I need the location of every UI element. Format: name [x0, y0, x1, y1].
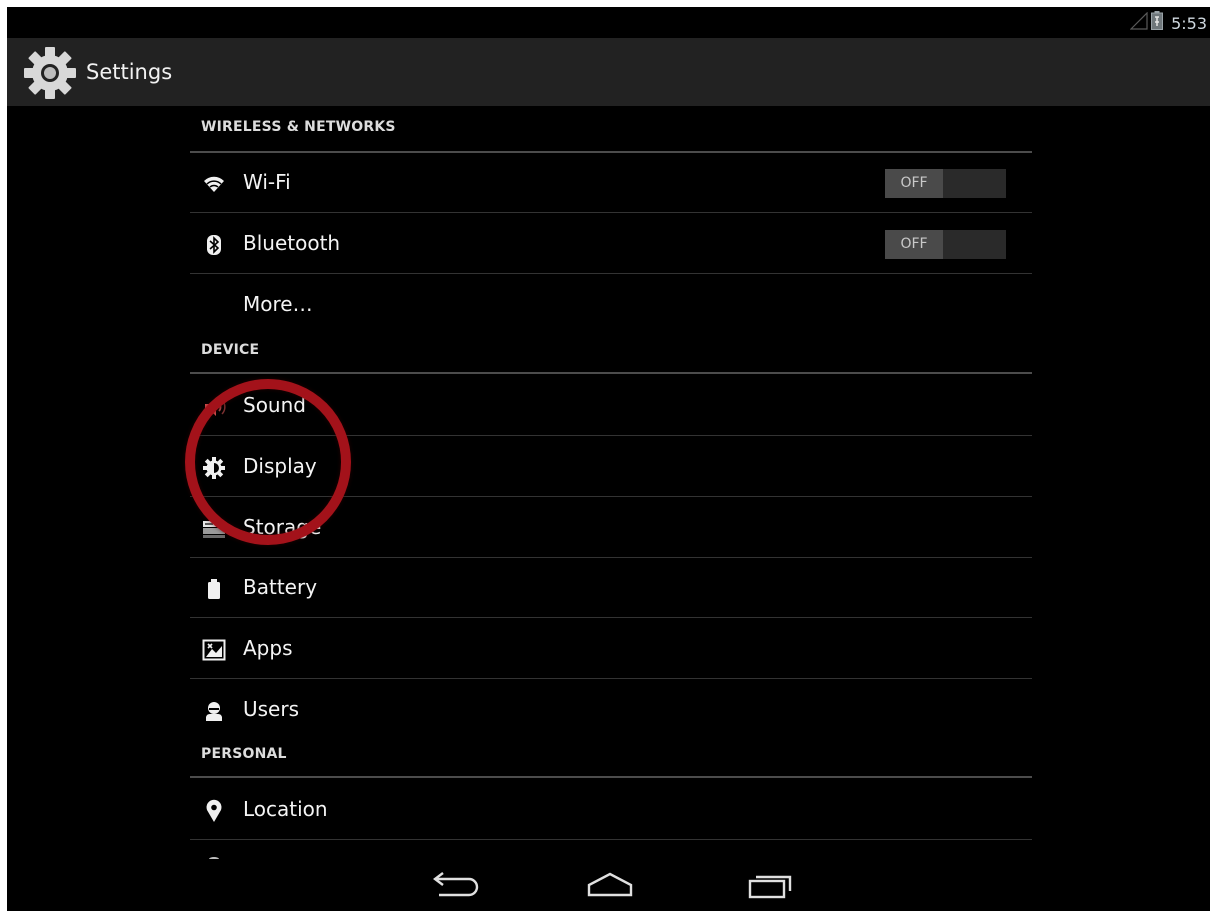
settings-item-wifi[interactable]: Wi-Fi OFF	[190, 153, 1032, 213]
section-header-personal: PERSONAL	[190, 746, 1032, 779]
settings-item-users[interactable]: Users	[190, 680, 1032, 740]
item-divider	[190, 839, 1032, 840]
recent-apps-icon[interactable]	[739, 869, 799, 903]
tablet-screen: 5:53 Settings WIRELESS & NETWORKS Wi-Fi …	[7, 7, 1210, 911]
bluetooth-icon	[207, 235, 221, 255]
settings-item-bluetooth[interactable]: Bluetooth OFF	[190, 214, 1032, 274]
settings-item-label: Location	[243, 797, 328, 821]
settings-item-apps[interactable]: Apps	[190, 619, 1032, 679]
status-bar: 5:53	[7, 7, 1210, 38]
section-header-label: DEVICE	[201, 342, 260, 358]
settings-gear-icon[interactable]	[23, 46, 77, 100]
settings-item-label: More…	[243, 292, 313, 316]
apps-icon	[202, 639, 226, 661]
settings-item-location[interactable]: Location	[190, 780, 1032, 840]
wifi-icon	[204, 176, 224, 192]
toggle-off-label: OFF	[885, 230, 943, 259]
settings-item-label: Battery	[243, 575, 318, 599]
user-icon	[206, 702, 222, 721]
wifi-toggle[interactable]: OFF	[885, 169, 1006, 198]
page-title: Settings	[86, 60, 173, 84]
action-bar: Settings	[7, 38, 1210, 106]
settings-item-label: Users	[243, 697, 300, 721]
location-pin-icon	[206, 799, 222, 822]
section-header-label: WIRELESS & NETWORKS	[201, 119, 396, 135]
bluetooth-toggle[interactable]: OFF	[885, 230, 1006, 259]
section-header-label: PERSONAL	[201, 746, 287, 762]
item-divider	[190, 678, 1032, 679]
section-header-wireless: WIRELESS & NETWORKS	[190, 119, 1032, 153]
section-header-device: DEVICE	[190, 342, 1032, 375]
navigation-bar	[7, 859, 1210, 911]
section-divider	[190, 372, 1032, 374]
item-divider	[190, 617, 1032, 618]
settings-item-battery[interactable]: Battery	[190, 558, 1032, 618]
battery-icon	[1151, 11, 1163, 30]
section-divider	[190, 776, 1032, 778]
item-divider	[190, 273, 1032, 274]
settings-item-label: Bluetooth	[243, 231, 341, 255]
status-time: 5:53	[1171, 14, 1207, 33]
signal-icon	[1130, 12, 1148, 30]
home-icon[interactable]	[580, 869, 640, 903]
back-icon[interactable]	[423, 869, 483, 903]
settings-item-partial[interactable]	[190, 841, 1032, 859]
annotation-circle	[185, 379, 351, 545]
settings-item-label: Wi-Fi	[243, 170, 291, 194]
item-divider	[190, 212, 1032, 213]
toggle-off-label: OFF	[885, 169, 943, 198]
settings-item-label: Apps	[243, 636, 293, 660]
battery-icon	[208, 579, 220, 599]
settings-item-more[interactable]: More…	[190, 275, 1032, 335]
